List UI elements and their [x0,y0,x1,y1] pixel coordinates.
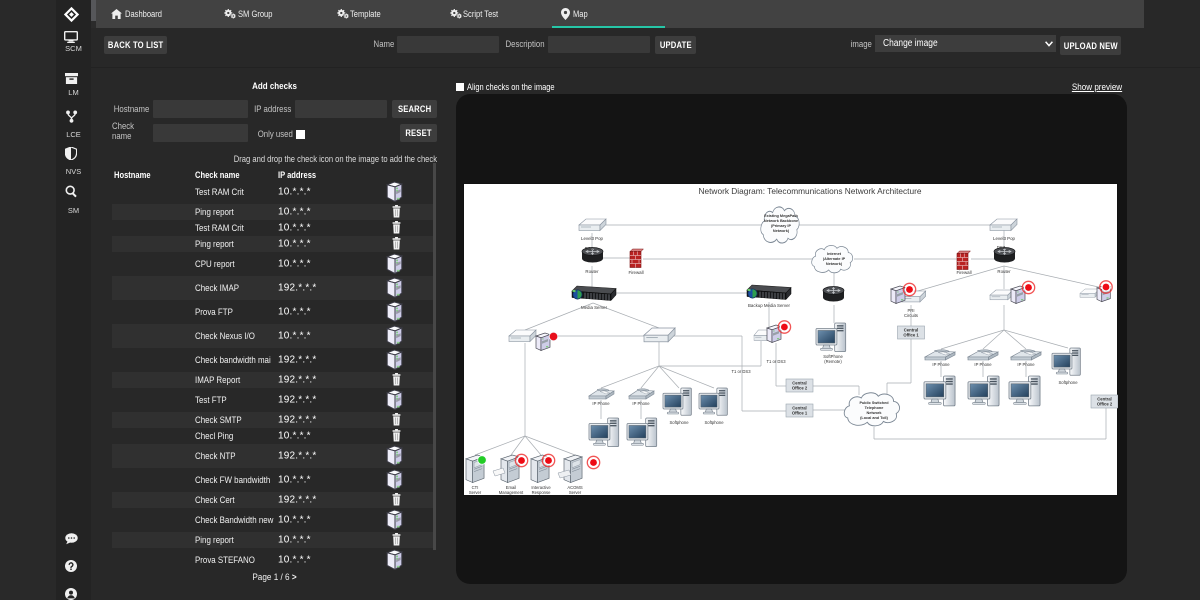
svg-text:Telephone: Telephone [865,406,884,410]
svg-text:Office 2: Office 2 [792,386,808,391]
svg-text:Server: Server [469,490,482,495]
svg-text:DS3: DS3 [997,245,1006,250]
svg-text:Media Server: Media Server [581,305,608,310]
svg-text:Server: Server [569,490,582,495]
svg-text:Public Switched: Public Switched [859,401,889,405]
svg-text:Firewall: Firewall [956,270,971,275]
svg-text:IP Phone: IP Phone [974,362,992,367]
svg-text:DS3: DS3 [585,246,594,251]
svg-text:Network: Network [867,411,883,415]
svg-text:(Remote): (Remote) [824,359,842,364]
svg-text:IP Phone: IP Phone [632,401,650,406]
svg-text:Router: Router [997,269,1011,274]
svg-text:(Alternate IP: (Alternate IP [823,257,846,261]
svg-text:Router: Router [585,269,599,274]
svg-text:Level3 Pop: Level3 Pop [993,236,1016,241]
svg-text:Network): Network) [826,262,843,266]
svg-text:Network Backbone: Network Backbone [764,219,798,223]
svg-text:IP Phone: IP Phone [1017,362,1035,367]
svg-text:IP Phone: IP Phone [932,362,950,367]
svg-text:Firewall: Firewall [628,270,643,275]
svg-text:(Primary IP: (Primary IP [771,224,792,228]
svg-text:Management: Management [499,490,524,495]
svg-text:Response: Response [532,490,552,495]
svg-text:Circuits: Circuits [904,313,918,318]
svg-text:Network): Network) [773,229,790,233]
svg-text:(Local and Toll): (Local and Toll) [860,416,889,420]
svg-text:Softphone: Softphone [669,420,689,425]
svg-text:Backup Media Server: Backup Media Server [748,303,791,308]
svg-text:Network Diagram: Telecommunica: Network Diagram: Telecommunications Netw… [699,186,922,196]
svg-text:Office 1: Office 1 [903,333,919,338]
svg-text:Softphone: Softphone [704,420,724,425]
svg-text:Internet: Internet [827,252,842,256]
svg-text:IP Phone: IP Phone [592,401,610,406]
svg-text:Office 2: Office 2 [1097,402,1113,407]
svg-text:Office 1: Office 1 [792,411,808,416]
svg-text:Level3 Pop: Level3 Pop [581,236,604,241]
svg-text:T1 or DS3: T1 or DS3 [766,359,786,364]
svg-text:T1 or DS3: T1 or DS3 [731,369,751,374]
svg-text:Softphone: Softphone [1058,380,1078,385]
svg-text:Existing MegaPath: Existing MegaPath [764,214,798,218]
